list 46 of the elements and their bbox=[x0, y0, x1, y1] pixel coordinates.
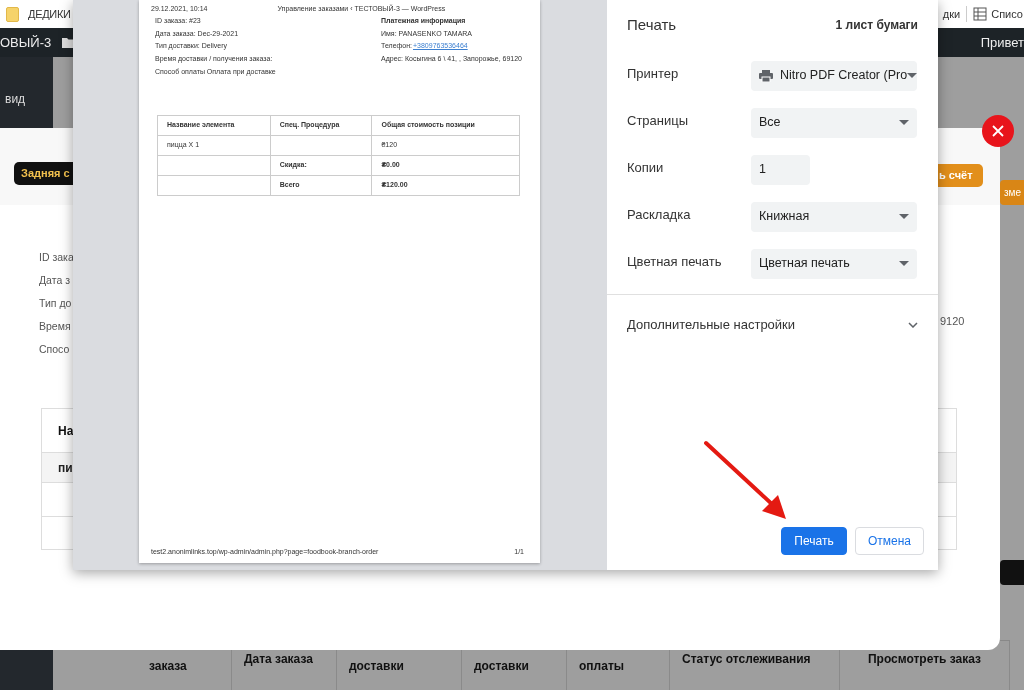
column-header: доставки bbox=[349, 658, 404, 675]
caret-icon bbox=[899, 120, 909, 125]
bookmark-link[interactable]: Списо bbox=[991, 5, 1023, 23]
more-settings-toggle[interactable]: Дополнительные настройки bbox=[627, 295, 918, 355]
column-header: Просмотреть заказ bbox=[867, 651, 982, 668]
sidebar-item[interactable]: вид bbox=[0, 57, 53, 108]
bookmark-link[interactable]: дки bbox=[942, 5, 961, 23]
caret-icon bbox=[899, 214, 909, 219]
cancel-button[interactable]: Отмена bbox=[855, 527, 924, 555]
detail-text: Время bbox=[39, 319, 71, 334]
detail-text: ID зака bbox=[39, 250, 74, 265]
detail-text: 9120 bbox=[940, 314, 965, 329]
field-label: Копии bbox=[627, 158, 665, 177]
sheet-count: 1 лист бумаги bbox=[835, 17, 918, 34]
close-icon bbox=[991, 124, 1005, 138]
select-field[interactable]: Nitro PDF Creator (Pro bbox=[751, 60, 917, 91]
modal-button[interactable]: Задняя с bbox=[14, 162, 73, 185]
site-name[interactable]: ОВЫЙ-3 bbox=[0, 32, 52, 53]
table-cell-text: пи bbox=[58, 459, 73, 477]
select-field[interactable]: Все bbox=[751, 107, 917, 138]
select-field[interactable]: Книжная bbox=[751, 201, 917, 232]
field-label: Цветная печать bbox=[627, 252, 723, 271]
column-header: Дата заказа bbox=[244, 651, 313, 668]
bookmark-folder[interactable]: ДЕДИКИ bbox=[28, 5, 71, 23]
column-header: Статус отслеживания bbox=[682, 651, 811, 668]
list-icon bbox=[973, 7, 988, 21]
folder-icon bbox=[6, 6, 19, 22]
close-button[interactable] bbox=[982, 115, 1014, 147]
field-label: Страницы bbox=[627, 111, 690, 130]
detail-text: Спосо bbox=[39, 342, 70, 357]
printer-icon bbox=[759, 69, 773, 82]
column-header: оплаты bbox=[579, 658, 624, 675]
field-label: Принтер bbox=[627, 64, 680, 83]
caret-icon bbox=[907, 73, 918, 78]
column-header: доставки bbox=[474, 658, 529, 675]
column-header: заказа bbox=[149, 658, 187, 675]
table-header: На bbox=[58, 422, 74, 440]
dialog-title: Печать bbox=[627, 14, 677, 35]
detail-text: Тип до bbox=[39, 296, 72, 311]
copies-field[interactable]: 1 bbox=[751, 154, 810, 185]
caret-icon bbox=[899, 261, 909, 266]
detail-text: Дата з bbox=[39, 273, 70, 288]
greeting[interactable]: Привет bbox=[980, 32, 1024, 53]
select-field[interactable]: Цветная печать bbox=[751, 248, 917, 279]
print-button[interactable]: Печать bbox=[781, 527, 847, 555]
field-label: Раскладка bbox=[627, 205, 692, 224]
